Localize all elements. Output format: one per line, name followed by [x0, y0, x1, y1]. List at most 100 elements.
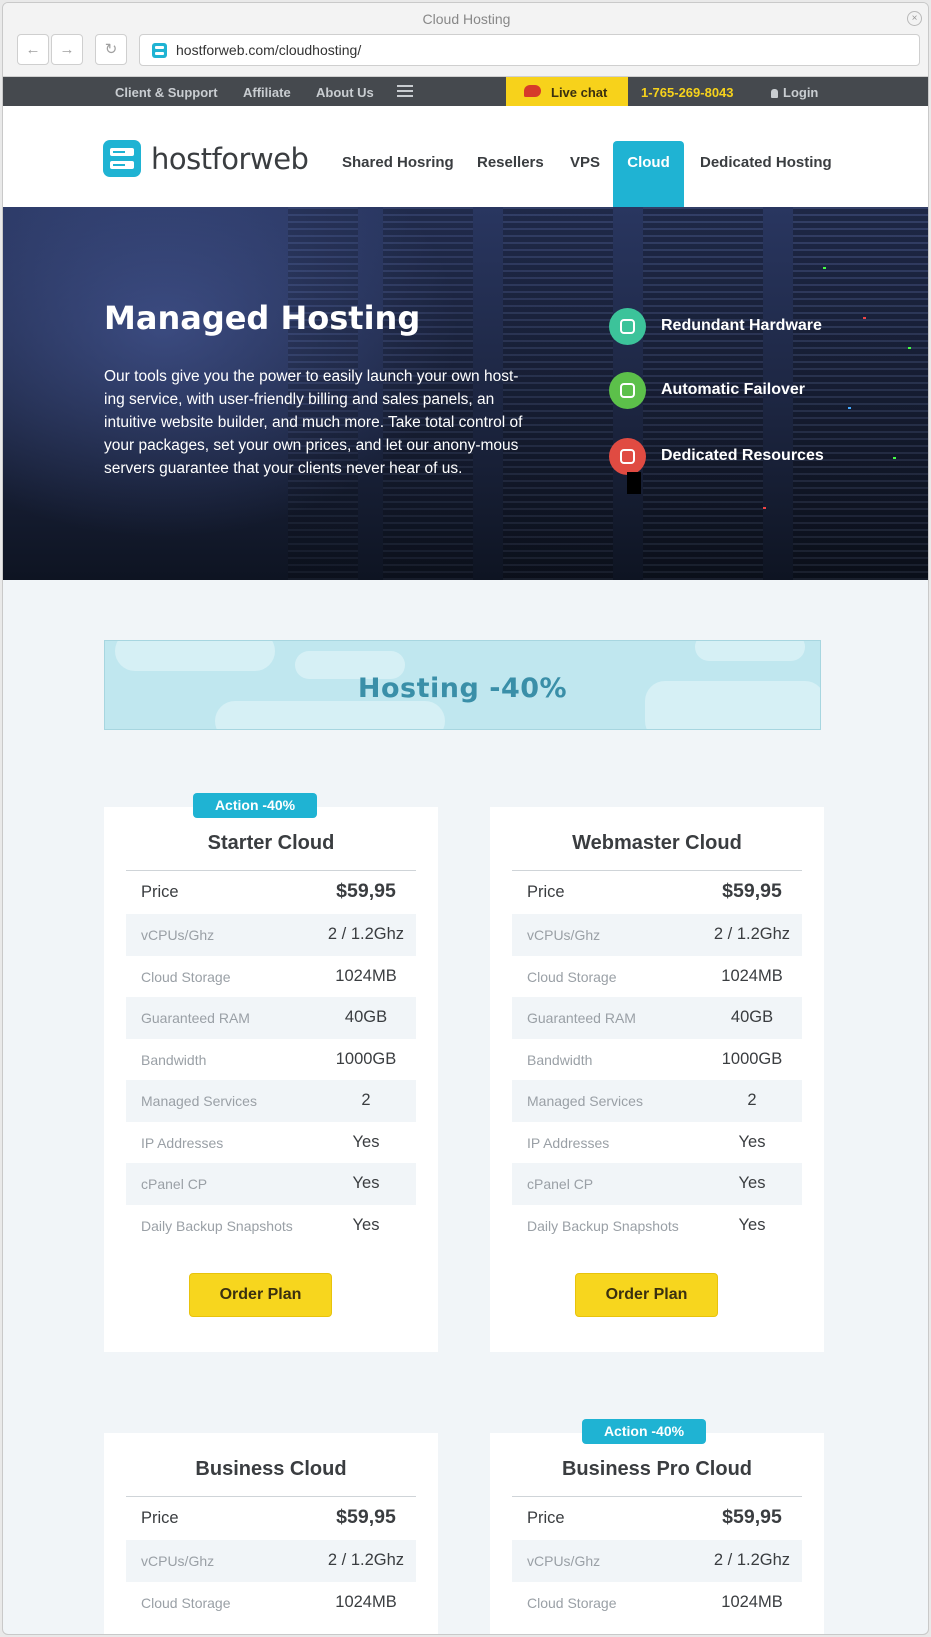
spec-label: vCPUs/Ghz: [141, 927, 215, 943]
server-icon: [609, 308, 646, 345]
url-text[interactable]: hostforweb.com/cloudhosting/: [176, 42, 361, 58]
nav-shared-hosting[interactable]: Shared Hosring: [342, 154, 454, 171]
top-utility-bar: Client & Support Affiliate About Us Live…: [3, 77, 928, 106]
spec-row: cPanel CP Yes: [126, 1163, 416, 1205]
price-value: $59,95: [722, 1506, 782, 1528]
nav-vps[interactable]: VPS: [570, 154, 600, 171]
site-header: hostforweb Shared Hosring Resellers VPS …: [3, 106, 928, 207]
spec-value: Yes: [352, 1215, 380, 1234]
server-led: [763, 507, 766, 509]
spec-row: Cloud Storage 1024MB: [126, 1582, 416, 1624]
order-plan-button[interactable]: Order Plan: [575, 1273, 718, 1317]
spec-value: 2 / 1.2Ghz: [713, 1551, 791, 1569]
spec-value: Yes: [352, 1174, 380, 1192]
price-row: Price $59,95: [512, 1497, 802, 1539]
action-badge: Action -40%: [193, 793, 317, 818]
spec-label: Guaranteed RAM: [527, 1010, 636, 1026]
spec-label: vCPUs/Ghz: [141, 1553, 215, 1569]
address-bar[interactable]: hostforweb.com/cloudhosting/: [139, 34, 920, 66]
nav-resellers[interactable]: Resellers: [477, 154, 544, 171]
spec-label: IP Addresses: [141, 1134, 224, 1151]
plan-card: Business Cloud Price $59,95 vCPUs/Ghz 2 / 1.…: [104, 1433, 438, 1634]
spec-value: 1000GB: [721, 1049, 783, 1068]
nav-dedicated-hosting[interactable]: Dedicated Hosting: [700, 154, 832, 171]
plan-name: Business Pro Cloud: [561, 1458, 753, 1480]
spec-value: 1024MB: [335, 1592, 397, 1611]
spec-value: 1024MB: [721, 966, 783, 985]
spec-row: vCPUs/Ghz 2 / 1.2Ghz: [126, 914, 416, 956]
spec-label: Bandwidth: [141, 1051, 207, 1068]
price-label: Price: [527, 1509, 565, 1527]
browser-chrome: Cloud Hosting × ← → ↻ hostforweb.com/clo…: [3, 3, 928, 77]
server-led: [848, 407, 851, 409]
spec-value: Yes: [738, 1215, 766, 1234]
cloud-decoration: [215, 701, 445, 729]
spec-row: Managed Services 2: [126, 1080, 416, 1122]
logo-text[interactable]: hostforweb: [151, 142, 309, 176]
spec-value: 1024MB: [335, 966, 397, 985]
bandage-icon: [609, 372, 646, 409]
spec-row: Managed Services 2: [512, 1080, 802, 1122]
spec-label: Bandwidth: [527, 1051, 593, 1068]
spec-row: Bandwidth 1000GB: [126, 1039, 416, 1081]
price-row: Price $59,95: [126, 1497, 416, 1539]
spec-row: IP Addresses Yes: [512, 1122, 802, 1164]
cloud-decoration: [115, 641, 275, 671]
nav-cloud[interactable]: Cloud: [613, 141, 684, 207]
spec-row: vCPUs/Ghz 2 / 1.2Ghz: [512, 914, 802, 956]
about-us-link[interactable]: About Us: [316, 85, 374, 100]
plan-name: Webmaster Cloud: [572, 832, 742, 854]
favicon-icon: [152, 43, 167, 58]
affiliate-link[interactable]: Affiliate: [243, 85, 291, 100]
server-led: [893, 457, 896, 459]
plan-card: Action -40% Starter Cloud Price $59,95 vCPUs…: [104, 793, 438, 1352]
phone-number[interactable]: 1-765-269-8043: [641, 85, 734, 100]
hero-title: Managed Hosting: [104, 299, 421, 337]
spec-row: Bandwidth 1000GB: [512, 1039, 802, 1081]
action-badge: Action -40%: [582, 1419, 706, 1444]
chat-bubble-icon: [524, 85, 541, 97]
spec-value: 1000GB: [335, 1049, 397, 1068]
spec-label: Cloud Storage: [527, 1594, 617, 1611]
gear-icon: [609, 438, 646, 475]
live-chat-button[interactable]: Live chat: [506, 77, 628, 106]
order-plan-button[interactable]: Order Plan: [189, 1273, 332, 1317]
spec-label: Cloud Storage: [141, 968, 231, 985]
close-icon[interactable]: ×: [907, 11, 922, 26]
menu-icon[interactable]: [397, 85, 413, 98]
spec-value: Yes: [352, 1132, 380, 1151]
price-row: Price $59,95: [512, 871, 802, 913]
price-value: $59,95: [336, 880, 396, 902]
hero-text: Our tools give you the power to easily l…: [104, 368, 523, 477]
plan-name: Business Cloud: [195, 1458, 347, 1480]
spec-label: IP Addresses: [527, 1134, 610, 1151]
spec-row: cPanel CP Yes: [512, 1163, 802, 1205]
spec-label: Guaranteed RAM: [141, 1010, 250, 1026]
spec-value: Yes: [738, 1132, 766, 1151]
back-button[interactable]: ←: [17, 34, 49, 65]
banner-text: Hosting -40%: [357, 673, 568, 704]
feature-label: Dedicated Resources: [661, 447, 824, 464]
feature-label: Automatic Failover: [661, 381, 806, 398]
plan-name: Starter Cloud: [207, 832, 335, 854]
price-row: Price $59,95: [126, 871, 416, 913]
spec-value: 2 / 1.2Ghz: [327, 1551, 405, 1569]
spec-row: vCPUs/Ghz 2 / 1.2Ghz: [512, 1540, 802, 1582]
spec-value: 2 / 1.2Ghz: [713, 925, 791, 943]
reload-button[interactable]: ↻: [95, 34, 127, 65]
server-rack-image: [793, 207, 928, 580]
forward-button[interactable]: →: [51, 34, 83, 65]
cloud-decoration: [695, 641, 805, 661]
plan-card: Webmaster Cloud Price $59,95 vCPUs/Ghz 2 / 1…: [490, 807, 824, 1352]
spec-value: 40GB: [730, 1008, 774, 1026]
spec-label: Daily Backup Snapshots: [141, 1217, 293, 1234]
spec-row: Daily Backup Snapshots Yes: [126, 1205, 416, 1247]
logo-server-icon[interactable]: [103, 140, 141, 177]
spec-value: 2 / 1.2Ghz: [327, 925, 405, 943]
spec-value: 1024MB: [721, 1592, 783, 1611]
price-value: $59,95: [722, 880, 782, 902]
client-support-link[interactable]: Client & Support: [115, 85, 218, 100]
login-link[interactable]: Login: [771, 85, 818, 100]
spec-row: vCPUs/Ghz 2 / 1.2Ghz: [126, 1540, 416, 1582]
promo-banner[interactable]: Hosting -40%: [104, 640, 821, 730]
